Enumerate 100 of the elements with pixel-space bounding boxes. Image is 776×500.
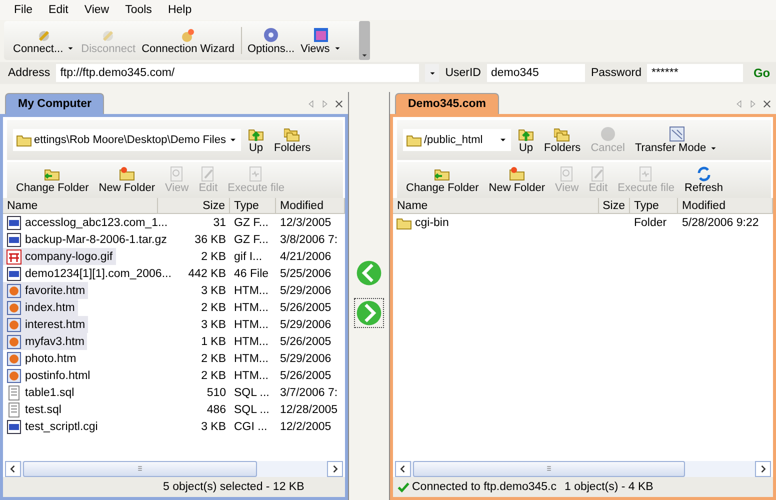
- status-text: 5 object(s) selected - 12 KB: [163, 481, 304, 493]
- table-cell-text: gif I...: [233, 250, 264, 262]
- document-icon: [638, 166, 654, 182]
- toolbar-button[interactable]: Transfer Mode: [632, 126, 722, 154]
- table-cell-text: 5/29/2006: [279, 352, 332, 364]
- web-page-icon: [6, 350, 22, 366]
- table-cell-text: 3 KB: [200, 420, 227, 432]
- toolbar-button[interactable]: Connect...: [10, 20, 78, 60]
- table-cell-text: 46 File: [233, 268, 270, 280]
- table-cell-text: 12/2/2005: [279, 420, 332, 432]
- table-cell-text: 2 KB: [200, 250, 227, 262]
- address-field[interactable]: ftp://ftp.demo345.com/: [56, 64, 420, 82]
- menu-item[interactable]: View: [78, 4, 116, 16]
- overflow-button[interactable]: [359, 20, 370, 60]
- text-file-icon: [6, 402, 22, 418]
- web-page-icon: [6, 316, 22, 332]
- file-row-name[interactable]: myfav3.htm: [3, 333, 88, 350]
- toolbar-button[interactable]: Folders: [270, 126, 314, 154]
- table-cell-text: 5/28/2006 9:22: [681, 216, 760, 228]
- panel-tab[interactable]: My Computer: [5, 93, 104, 114]
- table-cell-text: 1 KB: [200, 336, 227, 348]
- file-row-name[interactable]: index.htm: [3, 299, 78, 316]
- file-row-name[interactable]: test.sql: [3, 401, 64, 418]
- horizontal-scrollbar[interactable]: [395, 461, 771, 477]
- table-cell-text: Folder: [633, 216, 668, 228]
- password-label: Password: [590, 67, 642, 80]
- toolbar-button[interactable]: Folders: [541, 126, 584, 154]
- address-label: Address: [8, 67, 50, 80]
- userid-field[interactable]: demo345: [486, 64, 585, 82]
- column-header[interactable]: Type: [230, 198, 276, 214]
- magnifier-icon: [168, 166, 185, 182]
- horizontal-scrollbar[interactable]: [5, 461, 343, 477]
- table-cell-text: 5/29/2006: [279, 284, 332, 296]
- file-row-name[interactable]: favorite.htm: [3, 282, 88, 299]
- toolbar-button[interactable]: New Folder: [96, 166, 158, 194]
- file-row-name[interactable]: photo.htm: [3, 350, 80, 367]
- file-row-name[interactable]: interest.htm: [3, 316, 88, 333]
- column-header[interactable]: Size: [158, 198, 230, 214]
- file-row-name[interactable]: test_scriptl.cgi: [3, 418, 101, 435]
- file-row-name[interactable]: backup-Mar-8-2006-1.tar.gz: [3, 231, 170, 248]
- password-field[interactable]: ******: [647, 64, 744, 82]
- table-cell-text: HTM...: [233, 336, 270, 348]
- table-cell-text: 5/26/2005: [279, 370, 332, 382]
- file-row-name[interactable]: postinfo.html: [3, 367, 94, 384]
- web-page-icon: [6, 368, 22, 384]
- toolbar-button[interactable]: New Folder: [486, 166, 548, 194]
- pencil-icon: [200, 166, 216, 182]
- column-header[interactable]: Name: [393, 198, 599, 214]
- table-cell-text: 486: [206, 404, 227, 416]
- toolbar-button[interactable]: Up: [244, 126, 267, 154]
- window-icon: [313, 26, 330, 42]
- file-row-name[interactable]: table1.sql: [3, 384, 78, 401]
- check-icon: [397, 480, 410, 494]
- table-cell-text: HTM...: [233, 352, 270, 364]
- column-header[interactable]: Modified: [276, 198, 345, 214]
- menu-item[interactable]: File: [8, 4, 39, 16]
- toolbar-button[interactable]: Options...: [244, 20, 298, 60]
- transfer-left-button[interactable]: [354, 258, 384, 288]
- file-row-name[interactable]: accesslog_abc123.com_1...: [3, 214, 171, 231]
- file-icon: [6, 214, 22, 230]
- menu-item[interactable]: Help: [162, 4, 198, 16]
- userid-label: UserID: [445, 67, 481, 80]
- column-header[interactable]: Name: [3, 198, 158, 214]
- column-header[interactable]: Modified: [678, 198, 773, 214]
- web-page-icon: [6, 300, 22, 316]
- file-row-name[interactable]: demo1234[1][1].com_2006...: [3, 265, 174, 282]
- file-icon: [6, 418, 22, 434]
- toolbar-button[interactable]: Change Folder: [13, 166, 92, 194]
- new-folder-icon: [508, 166, 525, 182]
- toolbar-button[interactable]: Views: [298, 20, 345, 60]
- magnifier-icon: [558, 166, 575, 182]
- transfer-right-button[interactable]: [354, 298, 384, 328]
- table-cell-text: 3 KB: [200, 318, 227, 330]
- go-button[interactable]: Go: [749, 66, 774, 80]
- path-dropdown[interactable]: ettings\Rob Moore\Desktop\Demo Files: [13, 129, 241, 151]
- transfer-icon: [668, 126, 684, 142]
- toolbar-button[interactable]: Connection Wizard: [138, 20, 238, 60]
- panel-tab[interactable]: Demo345.com: [395, 93, 499, 114]
- file-row-name[interactable]: company-logo.gif: [3, 248, 116, 265]
- new-folder-icon: [118, 166, 135, 182]
- refresh-icon: [696, 166, 712, 182]
- toolbar-button[interactable]: Refresh: [682, 166, 726, 194]
- file-row-name[interactable]: cgi-bin: [393, 214, 452, 231]
- toolbar-button[interactable]: Up: [515, 126, 537, 154]
- column-header[interactable]: Type: [630, 198, 678, 214]
- stop-icon: [600, 126, 616, 142]
- document-icon: [248, 166, 264, 182]
- path-dropdown[interactable]: /public_html: [403, 129, 511, 151]
- dropdown-button[interactable]: [425, 64, 440, 82]
- menu-item[interactable]: Tools: [119, 4, 158, 16]
- status-text: Connected to ftp.demo345.c: [412, 481, 556, 493]
- toolbar-button[interactable]: Change Folder: [403, 166, 482, 194]
- file-icon: [6, 266, 22, 282]
- table-cell-text: 2 KB: [200, 302, 227, 314]
- folders-icon: [284, 126, 300, 142]
- table-cell-text: 4/21/2006: [279, 250, 332, 262]
- pencil-icon: [590, 166, 606, 182]
- table-cell-text: 12/3/2005: [279, 216, 332, 228]
- menu-item[interactable]: Edit: [42, 4, 74, 16]
- column-header[interactable]: Size: [599, 198, 630, 214]
